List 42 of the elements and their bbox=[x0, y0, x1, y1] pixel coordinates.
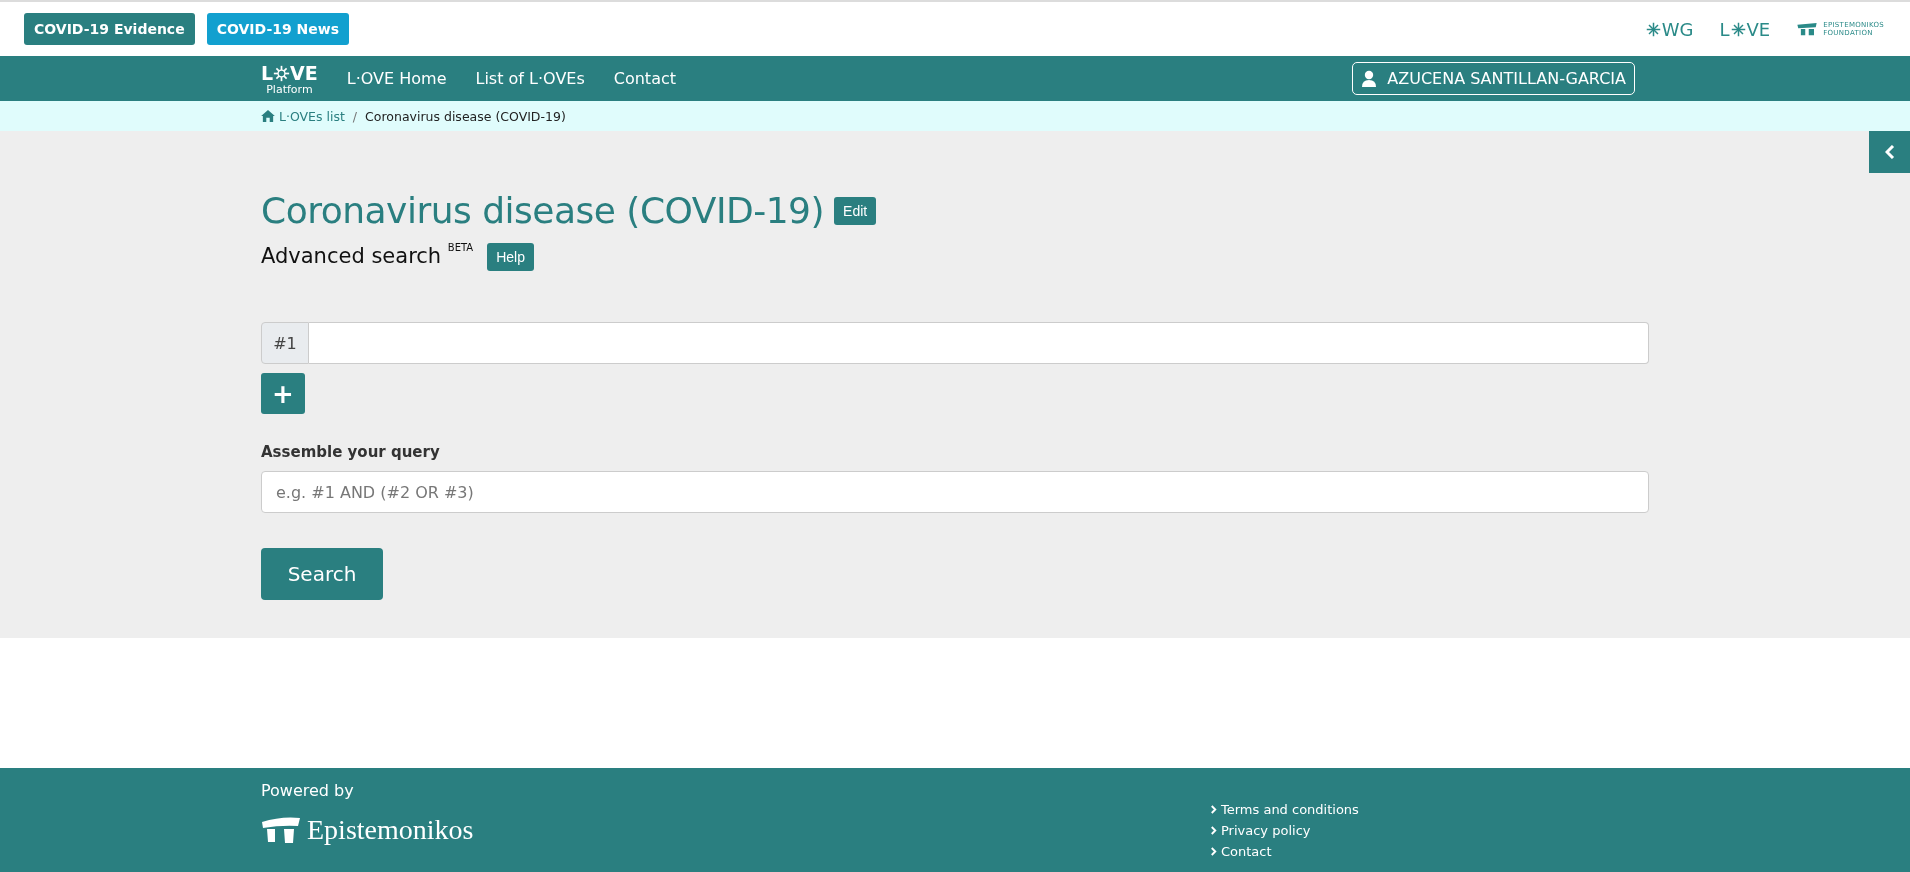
query-input[interactable]: e.g. #1 AND (#2 OR #3) bbox=[261, 471, 1649, 513]
nav-link[interactable]: L·OVE Home bbox=[346, 69, 447, 88]
chevron-right-icon bbox=[1210, 826, 1217, 835]
snowflake-icon bbox=[1645, 21, 1661, 37]
love-logo-text: L bbox=[1719, 18, 1730, 40]
user-icon bbox=[1361, 69, 1378, 88]
breadcrumb-link[interactable]: L·OVEs list bbox=[261, 108, 345, 124]
user-button[interactable]: AZUCENA SANTILLAN-GARCIA bbox=[1352, 62, 1635, 95]
chevron-right-icon bbox=[1210, 805, 1217, 814]
top-button[interactable]: COVID-19 Evidence bbox=[24, 13, 195, 45]
home-icon bbox=[261, 110, 275, 122]
help-button[interactable]: Help bbox=[487, 243, 534, 271]
field-label: Assemble your query bbox=[261, 443, 441, 461]
add-button[interactable]: + bbox=[261, 373, 305, 414]
brand-name: Epistemonikos bbox=[307, 814, 474, 846]
nav-link[interactable]: List of L·OVEs bbox=[475, 69, 585, 88]
page-subtitle: Advanced search $^{BETA}$ bbox=[261, 242, 474, 268]
snowflake-icon bbox=[273, 64, 291, 82]
logo-text: VE bbox=[290, 62, 318, 84]
wg-logo-text: WG bbox=[1661, 18, 1694, 40]
breadcrumb-current: Coronavirus disease (COVID-19) bbox=[365, 108, 566, 124]
footer-link[interactable]: Terms and conditions bbox=[1210, 799, 1359, 820]
chevron-right-icon bbox=[1210, 847, 1217, 856]
breadcrumb-separator: / bbox=[352, 108, 358, 124]
nav-link[interactable]: Contact bbox=[613, 69, 676, 88]
logo-subtitle: Platform bbox=[266, 84, 313, 95]
search-button[interactable]: Search bbox=[261, 548, 383, 600]
collapse-button[interactable] bbox=[1869, 131, 1910, 173]
query-index: #1 bbox=[261, 322, 309, 364]
query-field[interactable] bbox=[309, 322, 1649, 364]
snowflake-icon bbox=[1730, 21, 1746, 37]
dolmen-icon bbox=[1796, 22, 1819, 36]
powered-by-text: Powered by bbox=[261, 781, 355, 800]
edit-button[interactable]: Edit bbox=[834, 196, 877, 225]
chevron-left-icon bbox=[1884, 145, 1895, 159]
page-title: Coronavirus disease (COVID-19) bbox=[261, 190, 825, 231]
footer-link[interactable]: Privacy policy bbox=[1210, 820, 1359, 841]
dolmen-icon bbox=[261, 816, 301, 844]
footer-link[interactable]: Contact bbox=[1210, 841, 1359, 862]
logo-text: L bbox=[261, 62, 274, 84]
love-logo-text: VE bbox=[1746, 18, 1771, 40]
top-button[interactable]: COVID-19 News bbox=[206, 13, 350, 45]
